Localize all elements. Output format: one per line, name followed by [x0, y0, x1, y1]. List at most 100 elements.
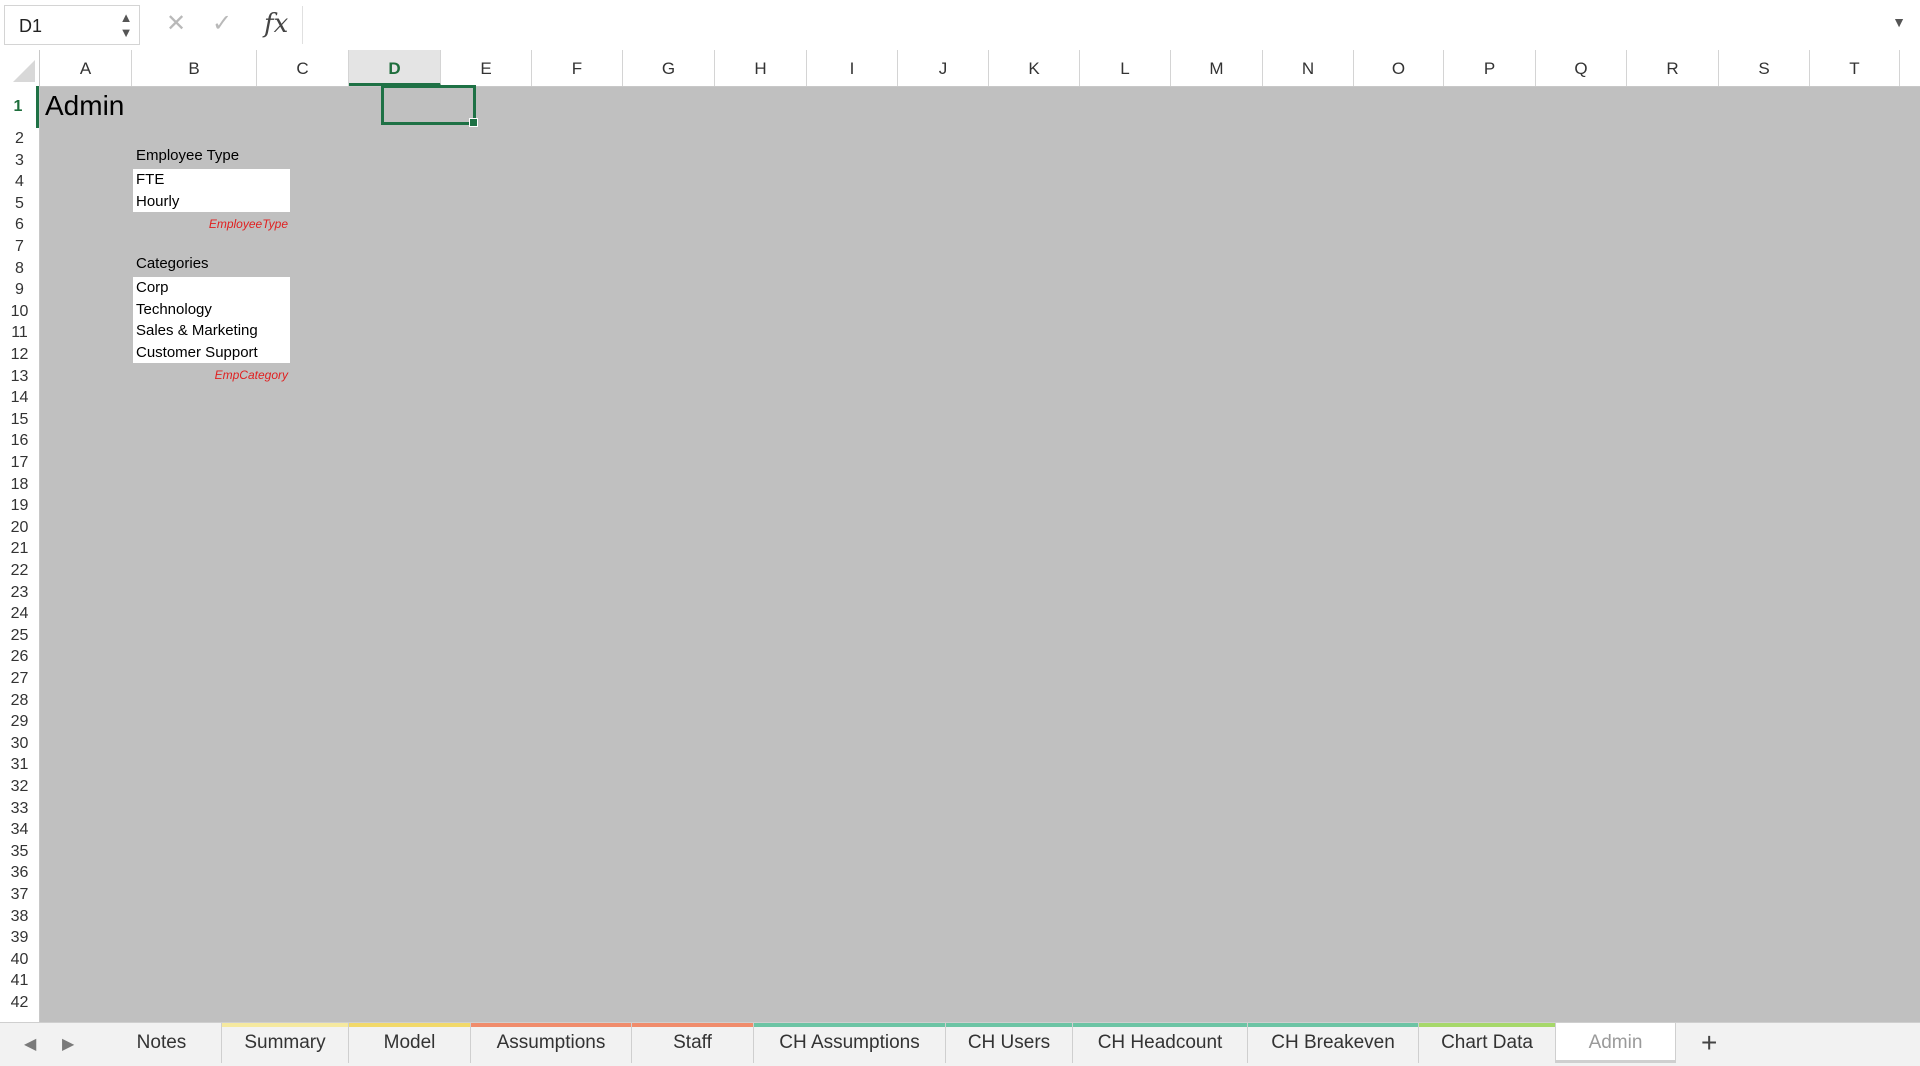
row-header-39[interactable]: 39 [0, 927, 39, 949]
tab-admin[interactable]: Admin [1556, 1023, 1676, 1063]
column-header-r[interactable]: R [1627, 50, 1719, 86]
row-header-18[interactable]: 18 [0, 474, 39, 496]
formula-expand-icon[interactable]: ▼ [1892, 14, 1906, 30]
column-header-g[interactable]: G [623, 50, 715, 86]
row-header-5[interactable]: 5 [0, 193, 39, 215]
row-header-29[interactable]: 29 [0, 711, 39, 733]
column-header-n[interactable]: N [1263, 50, 1354, 86]
row-header-28[interactable]: 28 [0, 690, 39, 712]
tab-staff[interactable]: Staff [632, 1023, 754, 1063]
row-header-34[interactable]: 34 [0, 819, 39, 841]
tab-summary[interactable]: Summary [222, 1023, 349, 1063]
column-header-p[interactable]: P [1444, 50, 1536, 86]
tab-ch-headcount[interactable]: CH Headcount [1073, 1023, 1248, 1063]
row-header-3[interactable]: 3 [0, 150, 39, 172]
tab-chart-data[interactable]: Chart Data [1419, 1023, 1556, 1063]
cell-area[interactable]: Admin Employee Type FTE Hourly EmployeeT… [40, 85, 1920, 1022]
column-header-i[interactable]: I [807, 50, 898, 86]
list-item[interactable]: Sales & Marketing [136, 320, 258, 342]
column-header-j[interactable]: J [898, 50, 989, 86]
column-header-o[interactable]: O [1354, 50, 1444, 86]
insert-function-icon[interactable]: fx [264, 9, 288, 39]
row-header-2[interactable]: 2 [0, 128, 39, 150]
categories-header[interactable]: Categories [136, 255, 209, 272]
tab-label: Model [383, 1032, 436, 1053]
row-header-27[interactable]: 27 [0, 668, 39, 690]
column-header-m[interactable]: M [1171, 50, 1263, 86]
formula-input[interactable] [302, 6, 1883, 44]
row-header-4[interactable]: 4 [0, 171, 39, 193]
employee-type-header[interactable]: Employee Type [136, 147, 239, 164]
column-header-l[interactable]: L [1080, 50, 1171, 86]
check-icon[interactable]: ✓ [212, 9, 232, 39]
row-header-26[interactable]: 26 [0, 646, 39, 668]
row-header-11[interactable]: 11 [0, 322, 39, 344]
column-header-a[interactable]: A [40, 50, 132, 86]
scroll-tabs-right-icon[interactable]: ▶ [62, 1034, 74, 1054]
row-header-38[interactable]: 38 [0, 906, 39, 928]
row-header-37[interactable]: 37 [0, 884, 39, 906]
spreadsheet-grid[interactable]: ABCDEFGHIJKLMNOPQRST 1 2 3 4 5 6 7 8 9 10 11 12 13 14… [0, 50, 1920, 1022]
row-header-31[interactable]: 31 [0, 754, 39, 776]
column-header-c[interactable]: C [257, 50, 349, 86]
row-header-41[interactable]: 41 [0, 970, 39, 992]
row-header-9[interactable]: 9 [0, 279, 39, 301]
list-item[interactable]: Technology [136, 299, 212, 321]
row-header-15[interactable]: 15 [0, 409, 39, 431]
cancel-icon[interactable]: ✕ [166, 9, 186, 39]
add-sheet-button[interactable]: + [1701, 1027, 1717, 1059]
row-header-36[interactable]: 36 [0, 862, 39, 884]
tab-ch-breakeven[interactable]: CH Breakeven [1248, 1023, 1419, 1063]
employee-type-range-name[interactable]: EmployeeType [133, 217, 288, 231]
row-header-35[interactable]: 35 [0, 841, 39, 863]
row-header-6[interactable]: 6 [0, 214, 39, 236]
row-header-24[interactable]: 24 [0, 603, 39, 625]
column-header-q[interactable]: Q [1536, 50, 1627, 86]
column-header-d[interactable]: D [349, 50, 441, 86]
list-item[interactable]: Hourly [136, 191, 179, 213]
select-all-corner[interactable] [0, 50, 40, 86]
row-header-13[interactable]: 13 [0, 366, 39, 388]
sheet-title[interactable]: Admin [45, 90, 124, 122]
row-header-1[interactable]: 1 [0, 86, 39, 128]
selected-cell-d1[interactable] [381, 85, 478, 127]
row-header-17[interactable]: 17 [0, 452, 39, 474]
row-header-23[interactable]: 23 [0, 582, 39, 604]
fill-handle[interactable] [469, 118, 478, 127]
row-header-14[interactable]: 14 [0, 387, 39, 409]
column-header-t[interactable]: T [1810, 50, 1900, 86]
name-box-stepper-icon[interactable]: ▲ ▼ [119, 10, 133, 40]
tab-ch-assumptions[interactable]: CH Assumptions [754, 1023, 946, 1063]
row-header-21[interactable]: 21 [0, 538, 39, 560]
scroll-tabs-left-icon[interactable]: ◀ [24, 1034, 36, 1054]
row-header-12[interactable]: 12 [0, 344, 39, 366]
row-header-7[interactable]: 7 [0, 236, 39, 258]
row-header-40[interactable]: 40 [0, 949, 39, 971]
name-box[interactable]: D1 ▲ ▼ [4, 5, 140, 45]
column-header-b[interactable]: B [132, 50, 257, 86]
row-header-22[interactable]: 22 [0, 560, 39, 582]
row-header-25[interactable]: 25 [0, 625, 39, 647]
categories-range-name[interactable]: EmpCategory [133, 368, 288, 382]
column-header-f[interactable]: F [532, 50, 623, 86]
column-header-e[interactable]: E [441, 50, 532, 86]
tab-assumptions[interactable]: Assumptions [471, 1023, 632, 1063]
tab-model[interactable]: Model [349, 1023, 471, 1063]
list-item[interactable]: Corp [136, 277, 169, 299]
list-item[interactable]: FTE [136, 169, 164, 191]
row-header-10[interactable]: 10 [0, 301, 39, 323]
tab-notes[interactable]: Notes [102, 1023, 222, 1063]
column-header-k[interactable]: K [989, 50, 1080, 86]
tab-ch-users[interactable]: CH Users [946, 1023, 1073, 1063]
row-header-20[interactable]: 20 [0, 517, 39, 539]
row-header-30[interactable]: 30 [0, 733, 39, 755]
row-header-33[interactable]: 33 [0, 798, 39, 820]
column-header-s[interactable]: S [1719, 50, 1810, 86]
column-header-h[interactable]: H [715, 50, 807, 86]
row-header-42[interactable]: 42 [0, 992, 39, 1014]
list-item[interactable]: Customer Support [136, 342, 258, 364]
row-header-19[interactable]: 19 [0, 495, 39, 517]
row-header-8[interactable]: 8 [0, 258, 39, 280]
row-header-32[interactable]: 32 [0, 776, 39, 798]
row-header-16[interactable]: 16 [0, 430, 39, 452]
